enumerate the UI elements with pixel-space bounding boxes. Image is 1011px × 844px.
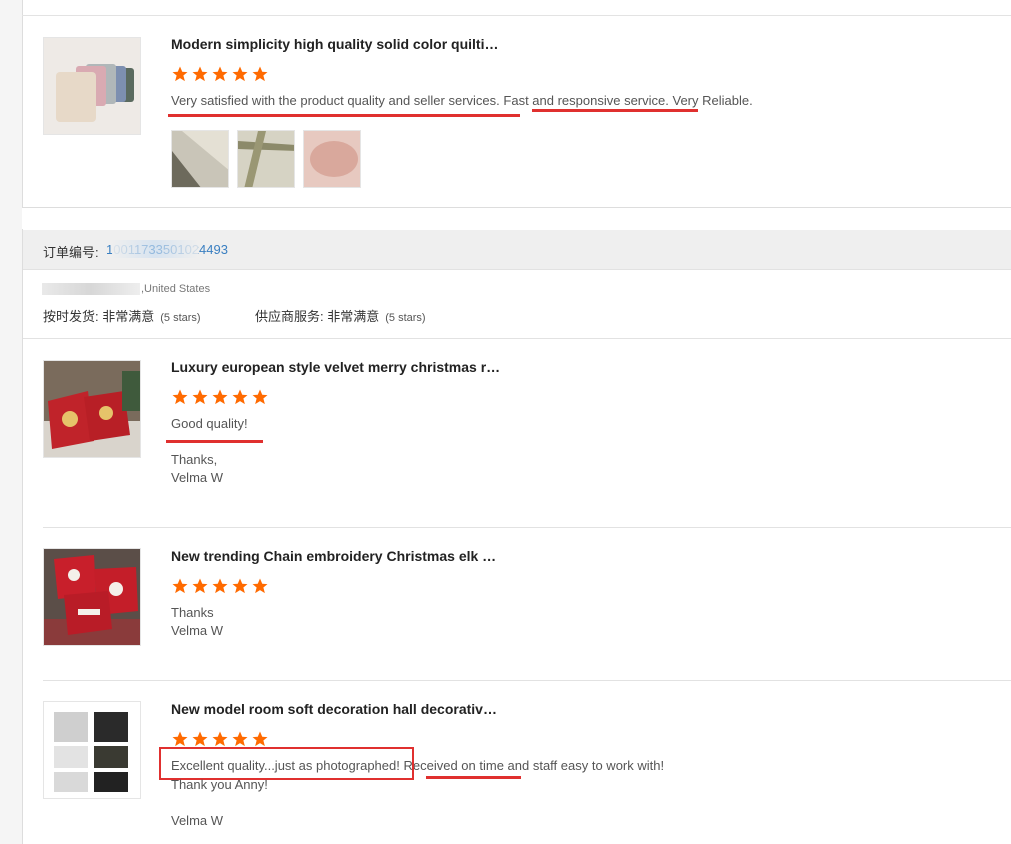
order-header: 订单编号: 10011733501024493 — [23, 230, 1011, 270]
star-icon — [212, 731, 228, 747]
review-text-part: Very Reliable. — [672, 93, 753, 108]
star-icon — [212, 66, 228, 82]
signature-line: Velma W — [171, 813, 224, 828]
star-icon — [212, 578, 228, 594]
product-title[interactable]: Luxury european style velvet merry chris… — [171, 359, 500, 375]
buyer-location: ,United States — [141, 283, 211, 295]
star-rating — [171, 65, 269, 83]
review-signature: Thanks Velma W — [171, 604, 223, 640]
annotation-underline — [426, 776, 521, 779]
star-icon — [252, 731, 268, 747]
star-icon — [172, 731, 188, 747]
signature-line: Velma W — [171, 623, 224, 638]
review-signature: Thanks, Velma W — [171, 451, 223, 487]
star-icon — [232, 66, 248, 82]
review-photo[interactable] — [237, 130, 295, 188]
star-icon — [232, 731, 248, 747]
review-photo[interactable] — [171, 130, 229, 188]
star-icon — [172, 66, 188, 82]
signature-line: Thanks, — [171, 452, 218, 467]
product-title[interactable]: Modern simplicity high quality solid col… — [171, 36, 498, 52]
signature-line: Velma W — [171, 470, 224, 485]
star-rating — [171, 388, 269, 406]
star-icon — [252, 389, 268, 405]
order-number-label: 订单编号: — [43, 245, 99, 260]
annotation-underline — [532, 109, 698, 112]
star-icon — [232, 578, 248, 594]
divider — [43, 527, 1011, 528]
redacted-address — [42, 283, 140, 295]
product-thumbnail-decorative-cushions[interactable] — [43, 701, 141, 799]
star-icon — [192, 731, 208, 747]
review-text: Very satisfied with the product quality … — [171, 93, 753, 108]
star-icon — [192, 578, 208, 594]
star-rating — [171, 730, 269, 748]
star-icon — [192, 389, 208, 405]
product-title[interactable]: New trending Chain embroidery Christmas … — [171, 548, 496, 564]
review-signature: Thank you Anny! Velma W — [171, 776, 268, 830]
annotation-underline — [168, 114, 520, 117]
star-icon — [252, 66, 268, 82]
shipping-rating-label: 按时发货: 非常满意 — [43, 309, 155, 324]
star-icon — [212, 389, 228, 405]
supplier-rating-label: 供应商服务: 非常满意 — [255, 309, 380, 324]
star-icon — [192, 66, 208, 82]
signature-line: Thank you Anny! — [171, 777, 268, 792]
signature-line: Thanks — [171, 605, 214, 620]
star-rating — [171, 577, 269, 595]
divider — [43, 680, 1011, 681]
supplier-rating: 供应商服务: 非常满意 (5 stars) — [255, 306, 426, 325]
product-thumbnail-christmas-velvet[interactable] — [43, 360, 141, 458]
star-icon — [252, 578, 268, 594]
redaction-blur — [112, 240, 198, 258]
review-text-part: Received on time and staff easy to work … — [403, 758, 665, 773]
divider — [22, 15, 1011, 16]
star-icon — [232, 389, 248, 405]
annotation-underline — [166, 440, 263, 443]
product-title[interactable]: New model room soft decoration hall deco… — [171, 701, 497, 717]
review-text-part: Very satisfied with the product quality … — [171, 93, 500, 108]
star-icon — [172, 578, 188, 594]
page-gutter — [0, 0, 22, 844]
review-text-part: Fast and responsive service. — [503, 93, 669, 108]
review-text: Good quality! — [171, 416, 248, 431]
product-thumbnail-christmas-elk[interactable] — [43, 548, 141, 646]
shipping-rating: 按时发货: 非常满意 (5 stars) — [43, 306, 201, 325]
supplier-rating-stars: (5 stars) — [385, 312, 426, 324]
shipping-rating-stars: (5 stars) — [160, 312, 201, 324]
star-icon — [172, 389, 188, 405]
divider — [23, 338, 1011, 339]
review-photo[interactable] — [303, 130, 361, 188]
product-thumbnail-pillows[interactable] — [43, 37, 141, 135]
